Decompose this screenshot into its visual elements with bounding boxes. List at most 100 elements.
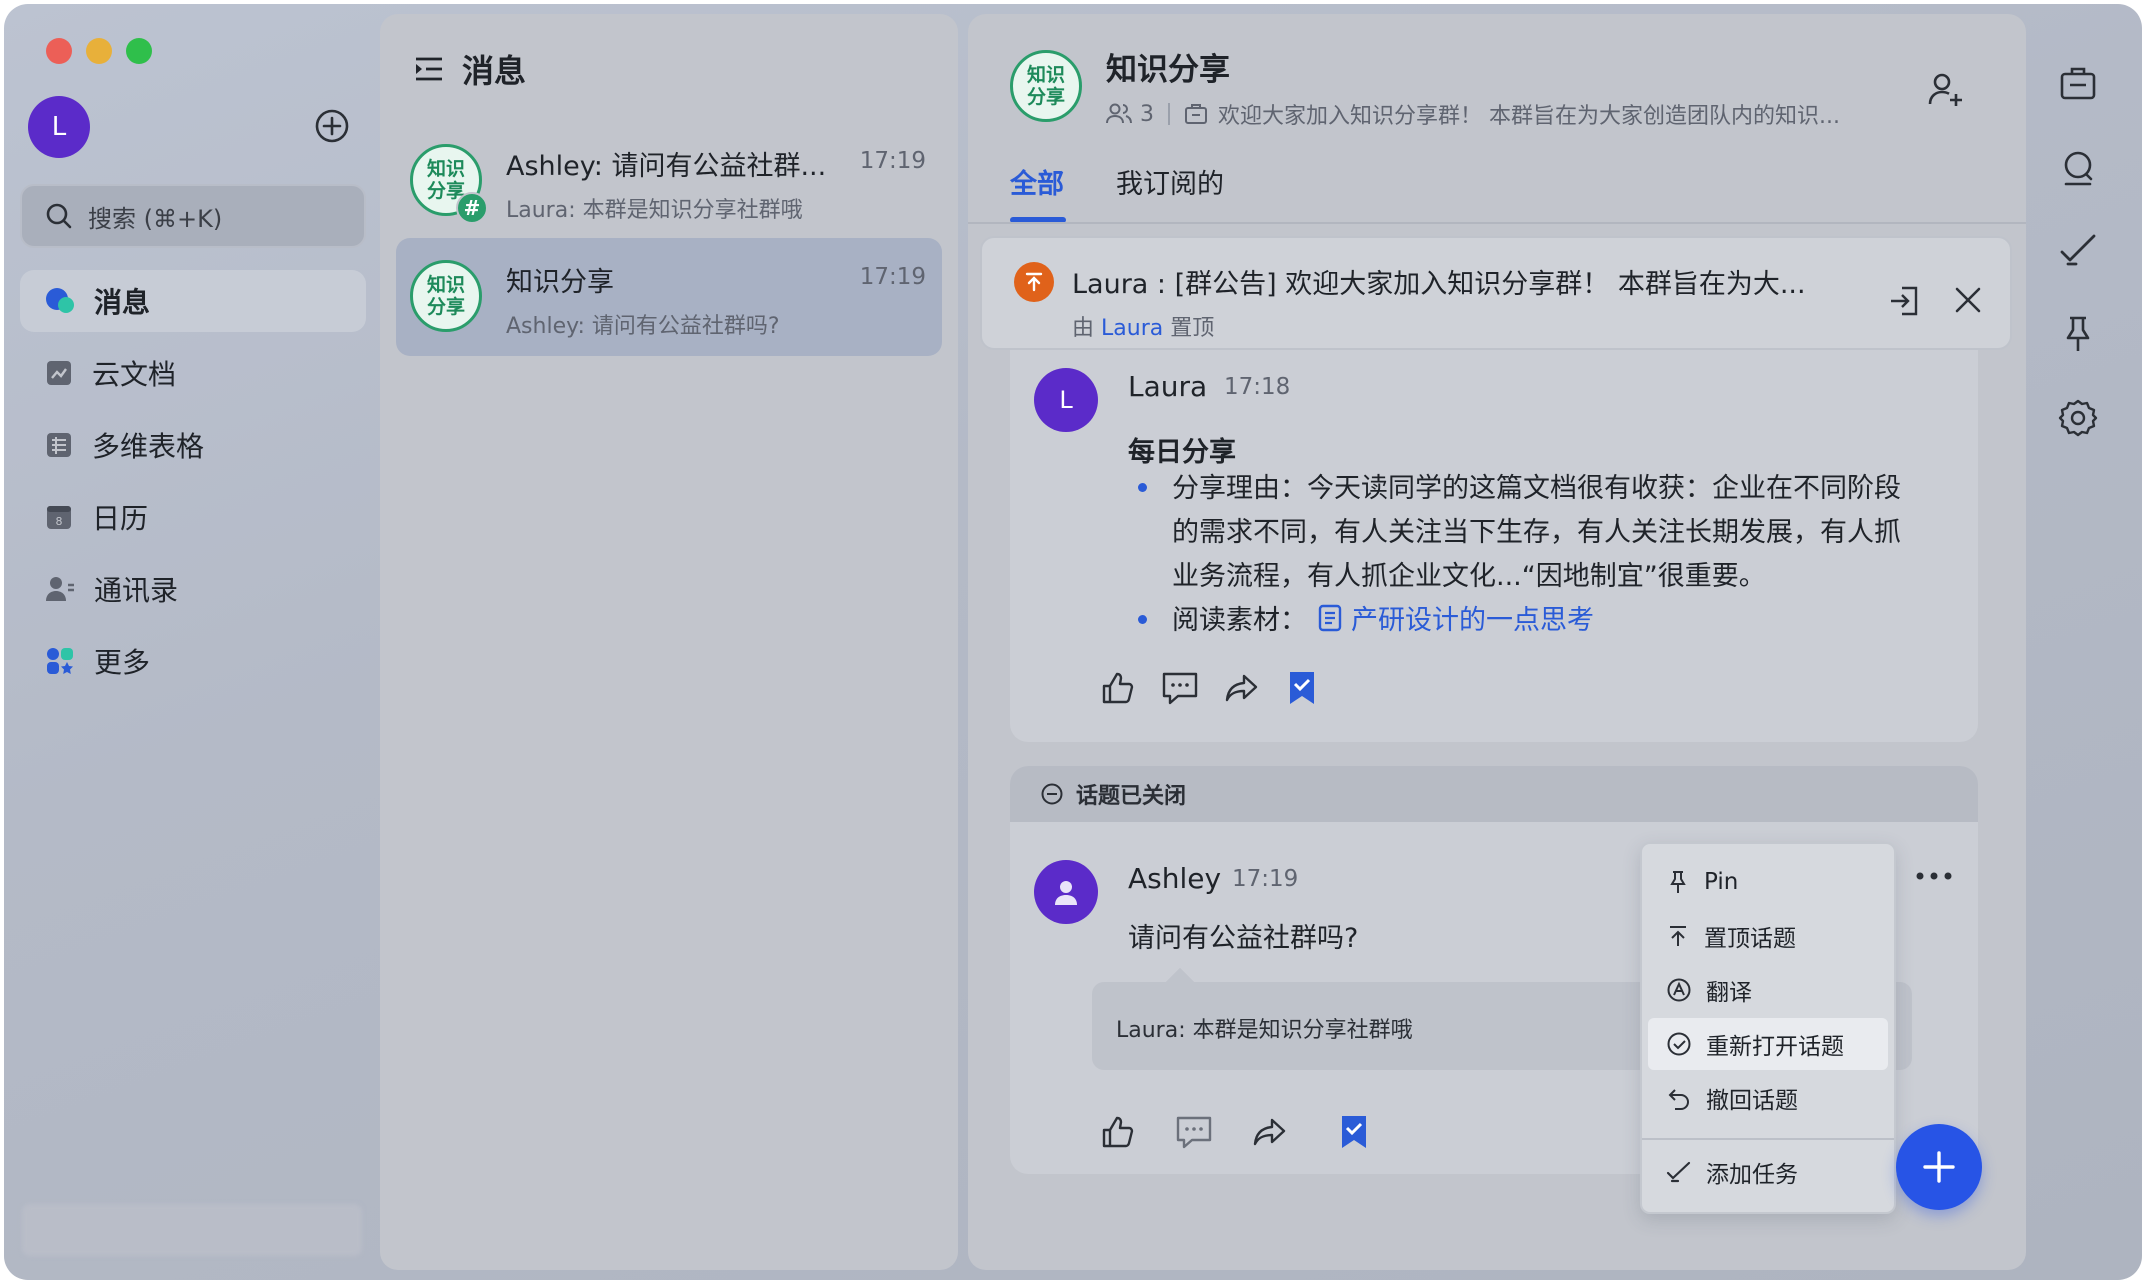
- message-author[interactable]: Laura: [1128, 370, 1207, 403]
- add-member-button[interactable]: [1926, 70, 1966, 110]
- author-avatar-letter: L: [1059, 386, 1073, 414]
- chat-group-avatar-text: 知识 分享: [1026, 64, 1065, 108]
- settings-gear-icon[interactable]: [2058, 398, 2098, 438]
- chat-group-avatar[interactable]: 知识 分享: [1010, 50, 1082, 122]
- menu-item-label: Pin: [1704, 869, 1739, 895]
- menu-item-translate[interactable]: 翻译: [1648, 964, 1888, 1016]
- topic-closed-bar: 话题已关闭: [1010, 766, 1978, 822]
- pin-icon: [1670, 871, 1686, 893]
- apps-icon: [47, 648, 73, 674]
- translate-icon: [1667, 978, 1691, 1002]
- conversation-item[interactable]: 知识 分享 知识分享 17:19 Ashley: 请问有公益社群吗?: [396, 238, 942, 356]
- subscribe-bookmark-icon[interactable]: [1334, 1112, 1374, 1152]
- author-avatar[interactable]: [1034, 860, 1098, 924]
- menu-item-label: 添加任务: [1706, 1162, 1798, 1188]
- calendar-icon: 8: [47, 506, 71, 529]
- reply-text: Laura: 本群是知识分享社群哦: [1116, 1018, 1413, 1043]
- search-input[interactable]: 搜索 (⌘+K): [20, 184, 366, 248]
- members-icon[interactable]: [1106, 102, 1132, 126]
- more-options-icon[interactable]: [1912, 866, 1956, 886]
- message-time: 17:18: [1224, 374, 1291, 400]
- window-close-button[interactable]: [46, 38, 72, 64]
- sidebar-item-base[interactable]: 多维表格: [20, 414, 366, 476]
- doc-link[interactable]: 产研设计的一点思考: [1351, 598, 1594, 637]
- pinned-announcement[interactable]: Laura : [群公告] 欢迎大家加入知识分享群！ 本群旨在为大... 由 L…: [980, 236, 2012, 350]
- sidebar-item-label: 云文档: [92, 358, 177, 391]
- close-icon[interactable]: [1952, 284, 1984, 316]
- menu-item-reopen-topic[interactable]: 重新打开话题: [1648, 1018, 1888, 1070]
- sidebar-item-more[interactable]: 更多: [20, 630, 366, 692]
- pin-to-top-icon: [1670, 926, 1686, 946]
- sidebar-item-cloud-docs[interactable]: 云文档: [20, 342, 366, 404]
- doc-icon: [1318, 604, 1342, 631]
- conversation-list-panel: 消息 知识 分享 # Ashley: 请问有公益社群... 17:19 Laur…: [380, 14, 958, 1270]
- pinned-by-prefix: 由: [1072, 316, 1095, 341]
- sidebar-item-label: 通讯录: [94, 574, 179, 607]
- conversation-item[interactable]: 知识 分享 # Ashley: 请问有公益社群... 17:19 Laura: …: [396, 122, 942, 240]
- collapse-list-icon[interactable]: [414, 55, 444, 83]
- menu-item-pin-topic[interactable]: 置顶话题: [1648, 910, 1888, 962]
- new-topic-button[interactable]: [1896, 1124, 1982, 1210]
- search-chat-icon[interactable]: [2058, 148, 2098, 188]
- reading-material-line: 阅读素材： 产研设计的一点思考: [1172, 598, 1594, 637]
- topic-context-menu: Pin 置顶话题 翻译 重新打开话题 撤回话题 添加任务: [1640, 842, 1896, 1214]
- menu-item-label: 置顶话题: [1704, 926, 1796, 952]
- user-avatar-letter: L: [51, 112, 67, 142]
- author-avatar[interactable]: L: [1034, 368, 1098, 432]
- topic-badge-text: #: [463, 196, 481, 220]
- sidebar-item-contacts[interactable]: 通讯录: [20, 558, 366, 620]
- undo-icon: [1668, 1089, 1689, 1110]
- app-window: L 搜索 (⌘+K) 消息 云文档 多维表格 8 日历 通讯录 更多 消息 知识…: [4, 4, 2142, 1280]
- forward-icon[interactable]: [1250, 1112, 1290, 1152]
- message-time: 17:19: [1232, 866, 1299, 892]
- chat-description[interactable]: 欢迎大家加入知识分享群！ 本群旨在为大家创造团队内的知识...: [1218, 98, 1840, 130]
- message-author[interactable]: Ashley: [1128, 862, 1221, 895]
- topic-badge: #: [456, 192, 488, 224]
- message-line: 业务流程，有人抓企业文化...“因地制宜”很重要。: [1172, 561, 1766, 592]
- reply-icon[interactable]: [1160, 668, 1200, 708]
- jump-to-message-icon[interactable]: [1888, 284, 1922, 318]
- like-icon[interactable]: [1098, 668, 1138, 708]
- pinned-by-suffix: 置顶: [1170, 316, 1215, 341]
- tab-subscribed[interactable]: 我订阅的: [1116, 162, 1224, 201]
- contacts-icon: [46, 577, 74, 601]
- forward-icon[interactable]: [1222, 668, 1262, 708]
- conversation-time: 17:19: [859, 264, 926, 290]
- subscribe-bookmark-icon[interactable]: [1282, 668, 1322, 708]
- pin-icon[interactable]: [2058, 314, 2098, 354]
- message-text: 请问有公益社群吗?: [1128, 923, 1359, 954]
- window-maximize-button[interactable]: [126, 38, 152, 64]
- create-button[interactable]: [314, 108, 350, 144]
- pinned-by-user[interactable]: Laura: [1101, 316, 1163, 341]
- conversation-time: 17:19: [859, 148, 926, 174]
- message-line: 分享理由：今天读同学的这篇文档很有收获：企业在不同阶段: [1172, 473, 1901, 504]
- person-icon: [1055, 881, 1077, 905]
- message-card: L Laura 17:18 每日分享 分享理由：今天读同学的这篇文档很有收获：企…: [1010, 350, 1978, 742]
- menu-item-label: 翻译: [1706, 980, 1752, 1006]
- sidebar-item-messages[interactable]: 消息: [20, 270, 366, 332]
- menu-item-add-task[interactable]: 添加任务: [1648, 1146, 1888, 1198]
- announcement-icon: [1185, 104, 1207, 124]
- chat-meta: 3 欢迎大家加入知识分享群！ 本群旨在为大家创造团队内的知识...: [1106, 98, 1840, 130]
- reading-material-label: 阅读素材：: [1172, 605, 1307, 636]
- like-icon[interactable]: [1098, 1112, 1138, 1152]
- task-check-icon: [1666, 1161, 1691, 1183]
- task-check-icon[interactable]: [2058, 230, 2098, 270]
- plus-icon: [1923, 1151, 1955, 1183]
- pinned-by: 由 Laura 置顶: [1072, 310, 1214, 342]
- menu-item-pin[interactable]: Pin: [1648, 856, 1888, 908]
- sidebar-item-calendar[interactable]: 8 日历: [20, 486, 366, 548]
- reply-icon[interactable]: [1174, 1112, 1214, 1152]
- menu-item-recall-topic[interactable]: 撤回话题: [1648, 1072, 1888, 1124]
- bullet-dot: [1138, 615, 1147, 624]
- tab-all[interactable]: 全部: [1010, 162, 1064, 201]
- cloud-doc-icon: [47, 361, 71, 385]
- user-avatar[interactable]: L: [28, 96, 90, 158]
- member-count[interactable]: 3: [1140, 102, 1154, 127]
- briefcase-icon[interactable]: [2058, 64, 2098, 104]
- sidebar-item-label: 日历: [92, 502, 149, 535]
- conversation-name: Ashley: 请问有公益社群...: [506, 151, 827, 182]
- window-minimize-button[interactable]: [86, 38, 112, 64]
- group-avatar-text: 知识 分享: [426, 274, 465, 318]
- menu-divider: [1642, 1138, 1894, 1140]
